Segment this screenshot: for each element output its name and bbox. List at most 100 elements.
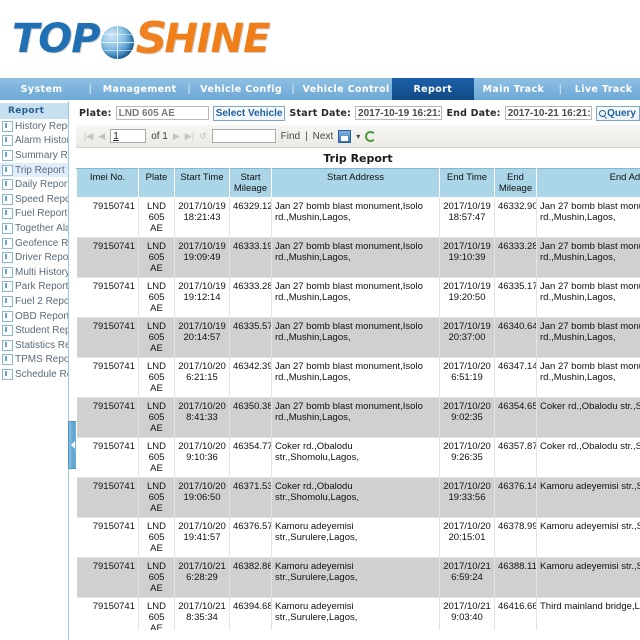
sidebar-item-driver-report[interactable]: Driver Report xyxy=(0,250,68,265)
find-next-link[interactable]: Next xyxy=(313,131,334,142)
report-page-icon xyxy=(2,296,13,307)
query-button[interactable]: Query xyxy=(596,106,640,121)
table-row[interactable]: 79150741LND 605 AE2017/10/19 18:21:43463… xyxy=(77,198,640,238)
nav-item-system[interactable]: System xyxy=(0,78,83,100)
cell-imei: 79150741 xyxy=(77,518,139,558)
cell-end-time: 2017/10/19 20:37:00 xyxy=(440,318,495,358)
table-row[interactable]: 79150741LND 605 AE2017/10/21 8:35:344639… xyxy=(77,598,640,631)
find-input[interactable] xyxy=(212,129,276,143)
sidebar-item-label: Statistics Report xyxy=(15,340,68,351)
nav-label: Report xyxy=(413,84,452,95)
cell-end-time: 2017/10/20 19:33:56 xyxy=(440,478,495,518)
sidebar-item-student-report[interactable]: Student Report xyxy=(0,323,68,338)
sidebar-item-park-report[interactable]: Park Report xyxy=(0,280,68,295)
sidebar-item-daily-report[interactable]: Daily Report xyxy=(0,177,68,192)
table-header-row: Imei No. Plate Start Time Start Mileage … xyxy=(77,169,640,198)
cell-start-mileage: 46350.38 xyxy=(230,398,272,438)
refresh-page-icon[interactable]: ↺ xyxy=(199,131,207,142)
cell-plate: LND 605 AE xyxy=(139,358,175,398)
sidebar-item-trip-report[interactable]: Trip Report xyxy=(0,163,68,178)
table-row[interactable]: 79150741LND 605 AE2017/10/20 6:21:154634… xyxy=(77,358,640,398)
sidebar-item-label: Summary Report xyxy=(15,150,68,161)
cell-end-address: Third mainland bridge,LagosIsland, xyxy=(537,598,640,631)
cell-plate: LND 605 AE xyxy=(139,598,175,631)
last-page-icon[interactable]: ▶| xyxy=(185,131,194,142)
page-number-input[interactable]: 1 xyxy=(110,129,146,143)
column-header-end-address[interactable]: End Address xyxy=(537,169,640,198)
table-row[interactable]: 79150741LND 605 AE2017/10/20 19:41:57463… xyxy=(77,518,640,558)
sidebar-item-together-alarm[interactable]: Together Alarm xyxy=(0,221,68,236)
cell-end-address: Coker rd.,Obalodu str.,Shomolu,Lagos, xyxy=(537,398,640,438)
table-row[interactable]: 79150741LND 605 AE2017/10/20 8:41:334635… xyxy=(77,398,640,438)
sidebar-item-history-report[interactable]: History Report xyxy=(0,119,68,134)
sidebar-item-geofence-report[interactable]: Geofence Report xyxy=(0,236,68,251)
cell-plate: LND 605 AE xyxy=(139,238,175,278)
cell-start-address: Jan 27 bomb blast monument,Isolo rd.,Mus… xyxy=(272,318,440,358)
column-header-start-time[interactable]: Start Time xyxy=(175,169,230,198)
cell-end-time: 2017/10/20 9:26:35 xyxy=(440,438,495,478)
sidebar-item-obd-report[interactable]: OBD Report xyxy=(0,309,68,324)
sidebar-item-multi-history[interactable]: Multi History xyxy=(0,265,68,280)
cell-start-address: Jan 27 bomb blast monument,Isolo rd.,Mus… xyxy=(272,278,440,318)
column-header-end-mileage[interactable]: End Mileage xyxy=(495,169,537,198)
nav-item-vehicle-control[interactable]: Vehicle Control xyxy=(300,78,392,100)
nav-label: Vehicle Config xyxy=(200,84,282,95)
table-row[interactable]: 79150741LND 605 AE2017/10/21 6:28:294638… xyxy=(77,558,640,598)
sidebar-item-tpms-report[interactable]: TPMS Report xyxy=(0,353,68,368)
select-vehicle-button[interactable]: Select Vehicle xyxy=(213,106,286,121)
table-row[interactable]: 79150741LND 605 AE2017/10/20 9:10:364635… xyxy=(77,438,640,478)
sidebar-item-alarm-history[interactable]: Alarm History xyxy=(0,134,68,149)
cell-plate: LND 605 AE xyxy=(139,198,175,238)
end-date-input[interactable]: 2017-10-21 16:21:22 xyxy=(505,106,592,120)
export-icon[interactable] xyxy=(338,130,351,143)
sidebar-list: History ReportAlarm HistorySummary Repor… xyxy=(0,119,68,382)
report-table-scroll[interactable]: Imei No. Plate Start Time Start Mileage … xyxy=(76,168,640,630)
cell-end-address: Kamoru adeyemisi str.,Surulere,Lagos, xyxy=(537,518,640,558)
cell-start-address: Kamoru adeyemisi str.,Surulere,Lagos, xyxy=(272,518,440,558)
sidebar-item-summary-report[interactable]: Summary Report xyxy=(0,148,68,163)
report-page-icon xyxy=(2,340,13,351)
table-row[interactable]: 79150741LND 605 AE2017/10/19 19:12:14463… xyxy=(77,278,640,318)
cell-end-mileage: 46332.90 xyxy=(495,198,537,238)
column-header-imei[interactable]: Imei No. xyxy=(77,169,139,198)
cell-end-time: 2017/10/19 18:57:47 xyxy=(440,198,495,238)
column-header-start-address[interactable]: Start Address xyxy=(272,169,440,198)
start-date-input[interactable]: 2017-10-19 16:21:20 xyxy=(355,106,442,120)
cell-plate: LND 605 AE xyxy=(139,398,175,438)
cell-start-address: Jan 27 bomb blast monument,Isolo rd.,Mus… xyxy=(272,358,440,398)
sidebar-item-speed-report[interactable]: Speed Report xyxy=(0,192,68,207)
column-header-start-mileage[interactable]: Start Mileage xyxy=(230,169,272,198)
cell-imei: 79150741 xyxy=(77,598,139,631)
table-row[interactable]: 79150741LND 605 AE2017/10/20 19:06:50463… xyxy=(77,478,640,518)
nav-item-vehicle-config[interactable]: Vehicle Config xyxy=(196,78,286,100)
column-header-end-time[interactable]: End Time xyxy=(440,169,495,198)
table-row[interactable]: 79150741LND 605 AE2017/10/19 19:09:49463… xyxy=(77,238,640,278)
table-row[interactable]: 79150741LND 605 AE2017/10/19 20:14:57463… xyxy=(77,318,640,358)
refresh-icon[interactable] xyxy=(365,131,376,142)
next-page-icon[interactable]: ▶ xyxy=(173,131,180,142)
cell-start-time: 2017/10/19 19:12:14 xyxy=(175,278,230,318)
column-header-plate[interactable]: Plate xyxy=(139,169,175,198)
first-page-icon[interactable]: |◀ xyxy=(84,131,93,142)
cell-end-mileage: 46333.28 xyxy=(495,238,537,278)
nav-item-report[interactable]: Report xyxy=(392,78,473,100)
nav-item-management[interactable]: Management xyxy=(97,78,182,100)
sidebar-item-schedule-report[interactable]: Schedule Report xyxy=(0,367,68,382)
sidebar-item-fuel-report[interactable]: Fuel Report xyxy=(0,207,68,222)
plate-input[interactable]: LND 605 AE xyxy=(116,106,209,120)
report-page-icon xyxy=(2,165,13,176)
topshine-logo: TOP S HINE xyxy=(12,16,269,62)
cell-start-mileage: 46354.77 xyxy=(230,438,272,478)
find-link[interactable]: Find xyxy=(281,131,300,142)
cell-imei: 79150741 xyxy=(77,198,139,238)
report-page-icon xyxy=(2,179,13,190)
sidebar-item-statistics-report[interactable]: Statistics Report xyxy=(0,338,68,353)
cell-start-time: 2017/10/20 9:10:36 xyxy=(175,438,230,478)
nav-item-main-track[interactable]: Main Track xyxy=(474,78,554,100)
report-page-icon xyxy=(2,223,13,234)
prev-page-icon[interactable]: ◀ xyxy=(98,131,105,142)
nav-item-live-track[interactable]: Live Track xyxy=(567,78,640,100)
chevron-down-icon[interactable]: ▾ xyxy=(356,132,360,141)
sidebar-item-label: Park Report xyxy=(15,281,68,292)
sidebar-item-fuel-2-report[interactable]: Fuel 2 Report xyxy=(0,294,68,309)
